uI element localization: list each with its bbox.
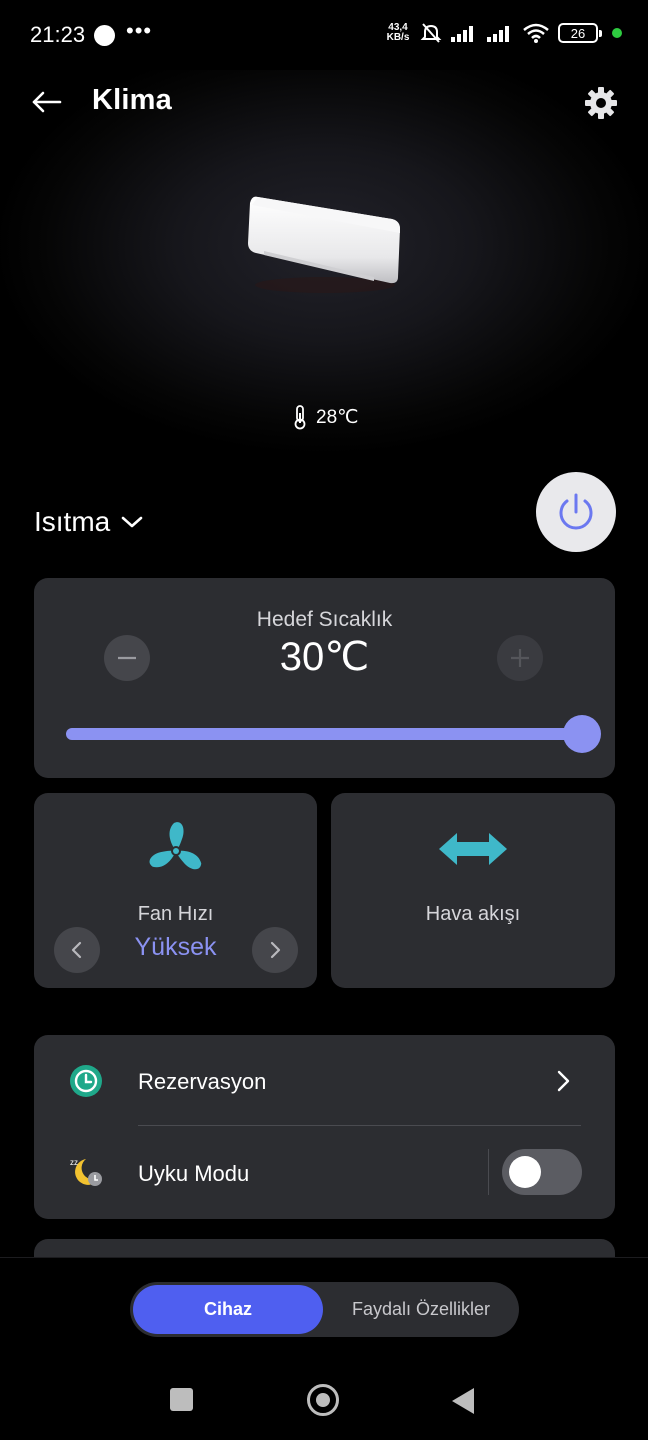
chevron-down-icon bbox=[121, 516, 143, 528]
temperature-slider[interactable] bbox=[66, 715, 601, 753]
fan-speed-previous-button[interactable] bbox=[54, 927, 100, 973]
system-navigation-bar bbox=[0, 1370, 648, 1430]
arrow-left-icon[interactable] bbox=[28, 84, 64, 120]
fan-speed-card: Fan Hızı Yüksek bbox=[34, 793, 317, 988]
fan-icon bbox=[149, 822, 202, 870]
current-temperature-value: 28℃ bbox=[316, 406, 359, 428]
chevron-right-icon bbox=[270, 941, 281, 959]
plus-icon bbox=[511, 649, 529, 667]
divider bbox=[488, 1149, 489, 1195]
list-item-reservation[interactable]: Rezervasyon bbox=[34, 1035, 615, 1127]
wifi-icon bbox=[523, 23, 549, 43]
sleep-mode-toggle[interactable] bbox=[502, 1149, 582, 1195]
bell-muted-icon bbox=[420, 23, 442, 43]
fan-speed-label: Fan Hızı bbox=[137, 903, 214, 925]
target-temperature-card: Hedef Sıcaklık 30℃ bbox=[34, 578, 615, 778]
mode-selector[interactable]: Isıtma bbox=[34, 506, 144, 538]
toggle-knob bbox=[509, 1156, 541, 1188]
status-bar: 21:23 ••• 43,4 KB/s 26 bbox=[0, 0, 648, 70]
mode-label: Isıtma bbox=[34, 506, 111, 537]
home-icon[interactable] bbox=[307, 1384, 339, 1416]
battery-level: 26 bbox=[570, 25, 586, 41]
horizontal-swing-icon bbox=[439, 833, 507, 865]
increase-temperature-button[interactable] bbox=[497, 635, 543, 681]
thermometer-icon bbox=[294, 405, 306, 430]
bottom-tabs: Cihaz Faydalı Özellikler bbox=[130, 1282, 519, 1337]
airflow-label: Hava akışı bbox=[425, 903, 521, 925]
more-notifications-icon: ••• bbox=[126, 18, 153, 43]
network-speed: 43,4 KB/s bbox=[384, 23, 412, 43]
chevron-right-icon bbox=[557, 1070, 570, 1092]
feature-list: Rezervasyon zz Uyku Modu bbox=[34, 1035, 615, 1219]
airflow-card[interactable]: Hava akışı bbox=[331, 793, 615, 988]
status-time: 21:23 bbox=[30, 22, 86, 47]
current-temperature: 28℃ bbox=[292, 404, 358, 430]
chevron-left-icon bbox=[71, 941, 82, 959]
svg-text:zz: zz bbox=[70, 1158, 78, 1167]
status-icons: 43,4 KB/s 26 bbox=[384, 22, 622, 44]
temperature-slider-fill bbox=[66, 728, 582, 740]
fan-speed-next-button[interactable] bbox=[252, 927, 298, 973]
list-item-sleep-mode: zz Uyku Modu bbox=[34, 1127, 615, 1219]
signal-icon bbox=[451, 26, 473, 42]
back-triangle-icon[interactable] bbox=[452, 1388, 474, 1414]
page-title: Klima bbox=[92, 84, 172, 116]
minus-icon bbox=[118, 656, 136, 660]
signal-icon-2 bbox=[487, 26, 509, 42]
target-temperature-title: Hedef Sıcaklık bbox=[256, 608, 393, 631]
sleep-mode-label: Uyku Modu bbox=[138, 1161, 250, 1186]
network-speed-unit: KB/s bbox=[386, 32, 410, 43]
air-conditioner-image bbox=[248, 196, 400, 293]
divider bbox=[138, 1125, 581, 1126]
notification-dot-icon bbox=[94, 25, 115, 46]
charging-dot-icon bbox=[612, 28, 622, 38]
power-button[interactable] bbox=[536, 472, 616, 552]
tab-device[interactable]: Cihaz bbox=[133, 1285, 323, 1334]
recents-icon[interactable] bbox=[170, 1388, 193, 1411]
temperature-slider-thumb[interactable] bbox=[563, 715, 601, 753]
tab-useful-features[interactable]: Faydalı Özellikler bbox=[326, 1285, 516, 1334]
battery-icon: 26 bbox=[558, 23, 602, 43]
clock-schedule-icon bbox=[70, 1065, 102, 1097]
sleep-moon-icon: zz bbox=[70, 1158, 102, 1186]
decrease-temperature-button[interactable] bbox=[104, 635, 150, 681]
gear-icon[interactable] bbox=[582, 84, 620, 122]
reservation-label: Rezervasyon bbox=[138, 1069, 267, 1094]
power-icon bbox=[559, 493, 593, 530]
